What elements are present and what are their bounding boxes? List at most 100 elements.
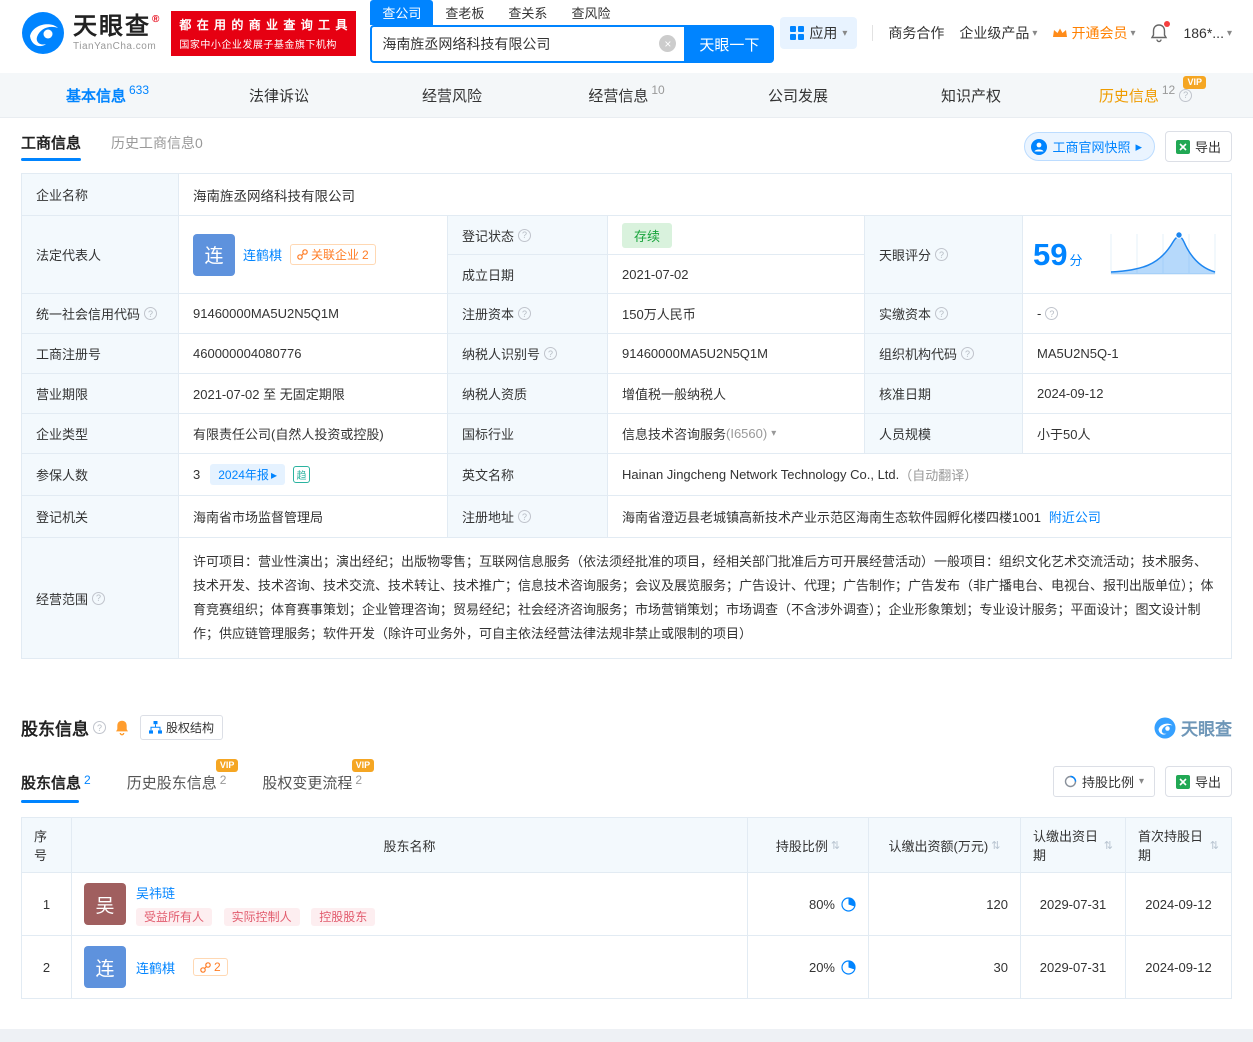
chevron-down-icon[interactable] [771,428,776,439]
tag-controlling-shareholder[interactable]: 控股股东 [311,908,375,926]
label-text: 登记机关 [36,507,88,526]
tab-shareholders[interactable]: 股东信息2 [21,772,91,803]
nav-tab-basic-info[interactable]: 基本信息633 [21,73,194,117]
related-companies-badge[interactable]: 关联企业 2 [290,244,376,265]
shareholder-row: 1 吴 吴祎琏 受益所有人 实际控制人 控股股东 80% [22,872,1231,935]
menu-business-cooperation[interactable]: 商务合作 [888,23,944,43]
question-circle-icon[interactable] [518,307,531,320]
shareholder-name-link[interactable]: 吴祎琏 [136,886,175,901]
ratio-value: 20% [809,960,835,975]
legal-rep-avatar[interactable]: 连 [193,234,235,276]
top-menu: 应用 商务合作 企业级产品 开通会员 [780,17,1232,49]
notifications-bell[interactable] [1150,23,1168,43]
value-text: 海南省澄迈县老城镇高新技术产业示范区海南生态软件园孵化楼四楼1001 [622,507,1041,526]
apps-menu[interactable]: 应用 [780,17,857,49]
search-tab-company[interactable]: 查公司 [370,0,433,25]
ratio-filter-label: 持股比例 [1082,772,1134,791]
sort-icon[interactable] [831,839,840,852]
pie-chart-icon[interactable] [841,960,856,975]
sort-icon[interactable] [991,839,1000,852]
sort-icon[interactable] [1210,839,1219,852]
tag-actual-controller[interactable]: 实际控制人 [224,908,300,926]
ratio-donut-icon [1064,775,1077,788]
arrow-right-icon [271,468,277,482]
nav-tab-history-info[interactable]: VIP 历史信息12 [1059,73,1232,117]
subnav-actions: 工商官网快照 导出 [1024,131,1232,162]
question-circle-icon[interactable] [144,307,157,320]
search-button[interactable]: 天眼一下 [684,25,774,63]
follow-bell-icon[interactable] [114,719,130,736]
label-text: 企业类型 [36,424,88,443]
nav-tab-operation-info[interactable]: 经营信息10 [540,73,713,117]
shareholders-table: 序号 股东名称 持股比例 认缴出资额(万元) 认缴出资日期 首次持股日期 1 吴… [21,817,1232,999]
nav-tab-operation-risk[interactable]: 经营风险 [367,73,540,117]
registered-mark-icon [152,14,161,25]
column-header-sortable: 持股比例 [748,818,869,872]
shareholder-name-cell: 吴 吴祎琏 受益所有人 实际控制人 控股股东 [72,873,748,935]
legal-rep-link[interactable]: 连鹤棋 [243,245,282,264]
tab-label: 股权变更流程 [262,775,352,792]
label-text: 注册资本 [462,304,514,323]
trend-icon[interactable]: 趋 [293,466,310,483]
pie-chart-icon[interactable] [841,897,856,912]
shareholder-name-link[interactable]: 连鹤棋 [136,958,175,977]
question-circle-icon[interactable] [518,229,531,242]
nav-tab-intellectual-property[interactable]: 知识产权 [886,73,1059,117]
question-circle-icon[interactable] [544,347,557,360]
tab-history-shareholders[interactable]: VIP 历史股东信息2 [127,772,227,803]
annual-report-badge[interactable]: 2024年报 [210,464,285,485]
export-button[interactable]: 导出 [1165,131,1232,162]
tianyancha-logo[interactable]: 天眼查 TianYanCha.com [21,11,161,55]
question-circle-icon[interactable] [935,248,948,261]
question-circle-icon[interactable] [518,510,531,523]
value-text: 150万人民币 [622,304,696,323]
official-snapshot-button[interactable]: 工商官网快照 [1024,132,1155,161]
subtab-history-label: 历史工商信息 [111,135,195,151]
industry-value[interactable]: 信息技术咨询服务(I6560) [608,414,865,454]
search-tab-boss[interactable]: 查老板 [433,0,496,25]
search-tab-risk[interactable]: 查风险 [559,0,622,25]
nav-tab-label: 历史信息 [1099,85,1159,106]
question-circle-icon[interactable] [961,347,974,360]
ratio-filter-button[interactable]: 持股比例 [1053,766,1155,797]
nav-tab-count: 10 [651,83,664,97]
search-tab-relation[interactable]: 查关系 [496,0,559,25]
field-label: 统一社会信用代码 [22,294,179,334]
nav-tab-count: 12 [1162,83,1175,97]
value-text: 海南省市场监督管理局 [193,507,323,526]
sort-icon[interactable] [1104,839,1113,852]
column-header: 股东名称 [72,818,748,872]
shareholder-tags: 受益所有人 实际控制人 控股股东 [136,908,383,925]
user-account[interactable]: 186*... [1183,25,1232,41]
shareholder-avatar[interactable]: 吴 [84,883,126,925]
equity-structure-button[interactable]: 股权结构 [140,715,223,740]
question-circle-icon[interactable] [93,721,106,734]
tianyan-score-cell[interactable]: 59分 [1023,216,1232,294]
shareholder-name-block: 吴祎琏 受益所有人 实际控制人 控股股东 [136,883,383,925]
tab-equity-change-process[interactable]: VIP 股权变更流程2 [262,772,362,803]
excel-icon [1176,140,1190,154]
menu-open-vip[interactable]: 开通会员 [1052,23,1135,43]
nav-tab-legal[interactable]: 法律诉讼 [194,73,367,117]
watermark-text: 天眼查 [1181,715,1232,740]
field-label: 组织机构代码 [865,334,1023,374]
search-row: 天眼一下 [370,25,774,63]
nearby-companies-link[interactable]: 附近公司 [1049,507,1101,526]
tag-beneficial-owner[interactable]: 受益所有人 [136,908,212,926]
question-circle-icon[interactable] [935,307,948,320]
question-circle-icon[interactable] [1045,307,1058,320]
export-button[interactable]: 导出 [1165,766,1232,797]
slogan-banner: 都 在 用 的 商 业 查 询 工 具 国家中小企业发展子基金旗下机构 [171,11,356,56]
subtab-business-info[interactable]: 工商信息 [21,132,81,161]
staff-size-value: 小于50人 [1023,414,1232,454]
column-header-label: 持股比例 [776,836,828,855]
nav-tab-company-development[interactable]: 公司发展 [713,73,886,117]
question-circle-icon[interactable] [92,592,105,605]
label-text: 纳税人资质 [462,384,527,403]
search-input[interactable] [370,25,684,63]
subtab-history-business-info[interactable]: 历史工商信息0 [111,133,203,161]
related-companies-badge[interactable]: 2 [193,958,228,976]
question-circle-icon[interactable] [1179,89,1192,102]
menu-enterprise-products[interactable]: 企业级产品 [959,23,1037,43]
shareholder-avatar[interactable]: 连 [84,946,126,988]
